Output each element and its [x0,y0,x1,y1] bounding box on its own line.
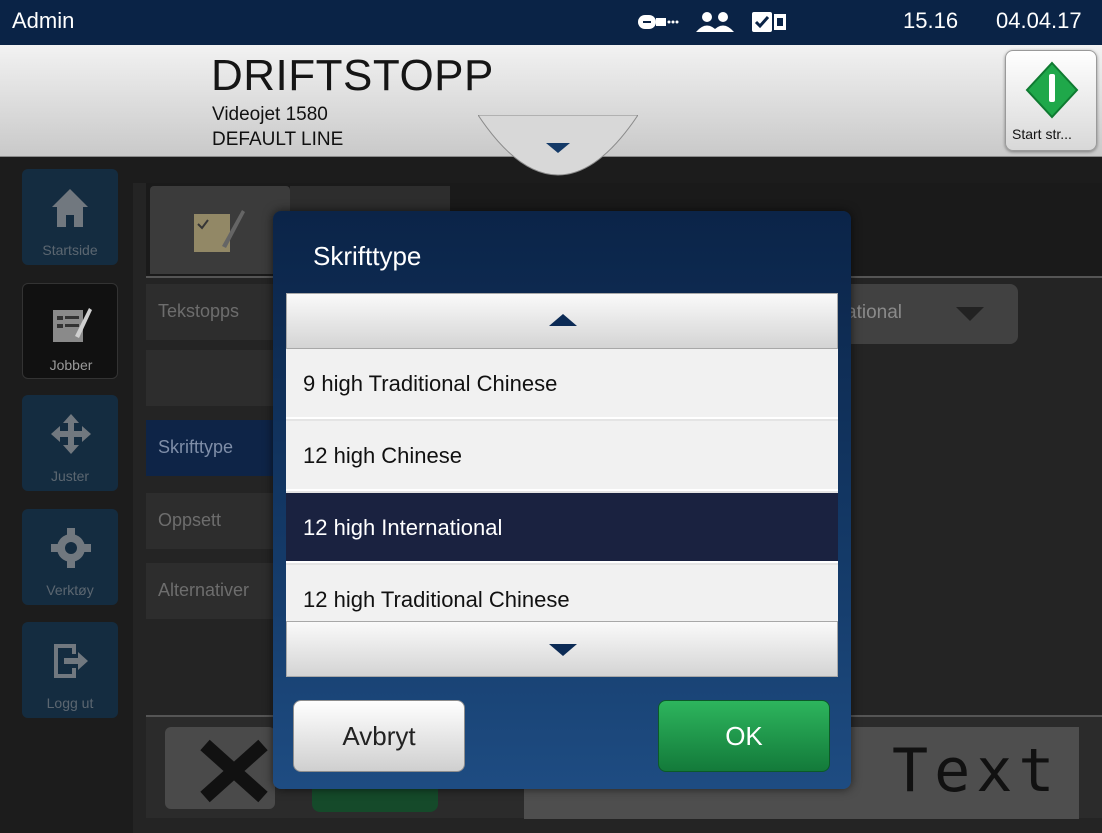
nav-item-jobs[interactable]: Jobber [22,283,118,379]
ink-cartridge-icon [638,15,679,29]
nav-label-home: Startside [42,242,98,258]
chevron-up-icon [549,314,577,326]
scroll-down-button[interactable] [286,621,838,677]
gear-icon [51,528,91,568]
setting-row[interactable]: Oppsett [146,493,274,549]
logout-icon [54,644,88,678]
font-list: 9 high Traditional Chinese 12 high Chine… [286,293,838,677]
font-options: 9 high Traditional Chinese 12 high Chine… [286,349,838,621]
users-icon [696,12,734,32]
nav-item-tools[interactable]: Verktøy [22,509,118,605]
font-option[interactable]: 9 high Traditional Chinese [286,349,838,419]
setting-row[interactable]: Alternativer [146,563,274,619]
font-option-selected[interactable]: 12 high International [286,493,838,563]
nav-label-jobs: Jobber [49,357,93,373]
nav-label-logout: Logg ut [46,695,94,711]
setting-row[interactable] [146,350,274,406]
production-line: DEFAULT LINE [212,129,344,150]
status-check-icon [752,12,786,32]
nav-label-tools: Verktøy [46,582,94,598]
home-icon [52,189,88,227]
nav-label-adjust: Juster [50,468,90,484]
current-user: Admin [12,8,75,33]
start-button-label: Start str... [1012,126,1072,142]
edit-document-icon [194,210,245,252]
font-dropdown-value: ational [846,302,902,323]
scroll-up-button[interactable] [286,293,838,349]
tab-edit[interactable] [150,186,290,274]
status-icons [637,10,787,34]
nav-item-logout[interactable]: Logg ut [22,622,118,718]
nav-item-home[interactable]: Startside [22,169,118,265]
clock-date: 04.04.17 [996,8,1082,33]
printer-state: DRIFTSTOPP [211,51,494,100]
ok-button[interactable]: OK [658,700,830,772]
start-icon [1025,61,1079,119]
discard-button[interactable] [165,727,275,809]
jobs-icon [53,308,92,342]
font-picker-dialog: Skrifttype 9 high Traditional Chinese 12… [273,211,851,789]
font-option[interactable]: 12 high Traditional Chinese [286,565,838,621]
setting-row-selected[interactable]: Skrifttype [146,420,274,476]
chevron-down-icon [956,307,984,321]
start-printer-button[interactable]: Start str... [1005,50,1097,151]
font-dropdown[interactable]: ational [832,284,1018,344]
chevron-down-icon [549,644,577,656]
close-icon [200,739,268,803]
font-option[interactable]: 12 high Chinese [286,421,838,491]
cancel-button[interactable]: Avbryt [293,700,465,772]
status-bar: Admin 15.16 04.04.17 [0,0,1102,45]
printer-model: Videojet 1580 [212,104,328,125]
setting-row[interactable]: Tekstopps [146,284,274,340]
clock-time: 15.16 [903,8,959,33]
dialog-title: Skrifttype [313,241,422,271]
move-icon [51,414,91,454]
nav-item-adjust[interactable]: Juster [22,395,118,491]
header-pulldown-tab[interactable] [478,115,638,195]
preview-text: Text [892,736,1061,806]
